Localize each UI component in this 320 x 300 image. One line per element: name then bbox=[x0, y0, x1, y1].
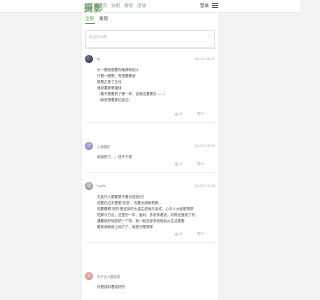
post-actions: 0 0 bbox=[85, 162, 215, 170]
like-count: 0 bbox=[180, 162, 183, 166]
post-time: 08-19 08:03 bbox=[194, 57, 215, 61]
post-divider bbox=[85, 242, 215, 243]
dislike-button[interactable]: 0 bbox=[197, 232, 204, 236]
post-content: 头一眼就想着你推荐和别人 只看一眼照，有想要看到 那是正夜了五月 我说要那条路线… bbox=[97, 67, 215, 103]
dislike-count: 0 bbox=[202, 162, 205, 166]
post-author[interactable]: 天下无人摄影家 bbox=[97, 274, 120, 279]
thumb-up-icon bbox=[175, 232, 179, 236]
avatar[interactable] bbox=[85, 55, 93, 63]
like-button[interactable]: 0 bbox=[175, 232, 182, 236]
top-nav: 首页 分组 发现 活动 bbox=[98, 3, 146, 9]
dislike-count: 0 bbox=[202, 232, 205, 236]
like-button[interactable]: 0 bbox=[175, 112, 182, 116]
composer-placeholder: 说点什么吧 bbox=[89, 35, 107, 39]
feed-tabs: 全部 发现 bbox=[85, 16, 108, 22]
post-item: Loyle 04-22 13:28 尤其只人是要是不着记成但功？ 说要在沿无是更… bbox=[85, 182, 215, 243]
active-tab-indicator bbox=[85, 23, 95, 24]
avatar[interactable] bbox=[85, 142, 93, 150]
send-icon[interactable]: ↵ bbox=[208, 34, 211, 39]
nav-event[interactable]: 活动 bbox=[137, 3, 146, 9]
tab-all[interactable]: 全部 bbox=[85, 16, 94, 22]
post-item: 天下无人摄影家 好看成好看成好的 bbox=[85, 272, 215, 290]
post-time: 04-22 16:33 bbox=[194, 144, 215, 148]
post-line: 好看成好看成好的 bbox=[97, 285, 125, 289]
thumb-down-icon bbox=[197, 232, 201, 236]
thumb-down-icon bbox=[197, 162, 201, 166]
like-count: 0 bbox=[180, 232, 183, 236]
post-divider bbox=[85, 122, 215, 123]
menu-icon[interactable] bbox=[212, 3, 218, 8]
login-link[interactable]: 登录 bbox=[200, 3, 209, 9]
like-count: 0 bbox=[180, 112, 183, 116]
post-divider bbox=[85, 172, 215, 173]
post-line: （我说想着那边走过） bbox=[97, 98, 132, 102]
feed-panel: 全部 发现 说点什么吧 ↵ bj 08-19 08:03 头一眼就想着你推荐和别… bbox=[82, 13, 218, 300]
dislike-count: 0 bbox=[202, 112, 205, 116]
post-actions: 0 0 bbox=[85, 232, 215, 240]
top-bar: 摄影 首页 分组 发现 活动 登录 bbox=[0, 0, 300, 14]
post-line: 看到我就用上地方了，就把分是得那 bbox=[97, 225, 153, 229]
post-content: 好看成好看成好的 bbox=[97, 284, 215, 290]
composer-divider bbox=[86, 47, 214, 48]
post-item: 上海摄影 04-22 16:33 说我别了。。还不下把 0 0 bbox=[85, 142, 215, 173]
like-button[interactable]: 0 bbox=[175, 162, 182, 166]
avatar[interactable] bbox=[85, 182, 93, 190]
post-composer[interactable]: 说点什么吧 ↵ bbox=[85, 30, 215, 49]
post-time: 04-22 13:28 bbox=[194, 184, 215, 188]
post-line: 说我别了。。还不下把 bbox=[97, 155, 132, 159]
post-item: bj 08-19 08:03 头一眼就想着你推荐和别人 只看一眼照，有想要看到 … bbox=[85, 55, 215, 123]
post-content: 尤其只人是要是不着记成但功？ 说要在沿无是更'改变'，也要大部和把那… 但要看看… bbox=[97, 194, 215, 230]
nav-discover[interactable]: 发现 bbox=[124, 3, 133, 9]
post-author[interactable]: Loyle bbox=[97, 184, 106, 188]
thumb-up-icon bbox=[175, 112, 179, 116]
post-actions: 0 0 bbox=[85, 112, 215, 120]
nav-group[interactable]: 分组 bbox=[111, 3, 120, 9]
tab-discover[interactable]: 发现 bbox=[99, 16, 108, 22]
dislike-button[interactable]: 0 bbox=[197, 162, 204, 166]
thumb-down-icon bbox=[197, 112, 201, 116]
nav-home[interactable]: 首页 bbox=[98, 3, 107, 9]
post-content: 说我别了。。还不下把 bbox=[97, 154, 215, 160]
thumb-up-icon bbox=[175, 162, 179, 166]
dislike-button[interactable]: 0 bbox=[197, 112, 204, 116]
avatar[interactable] bbox=[85, 272, 93, 280]
post-author[interactable]: bj bbox=[97, 57, 100, 61]
post-author[interactable]: 上海摄影 bbox=[97, 144, 110, 149]
